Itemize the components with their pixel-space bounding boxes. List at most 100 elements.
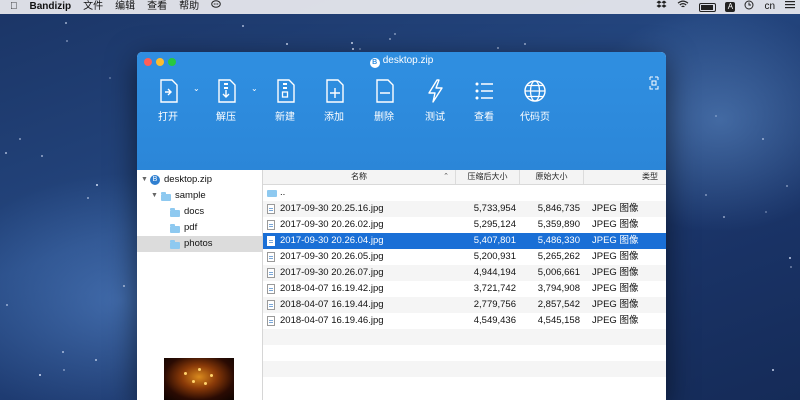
wallpaper-star (109, 77, 111, 79)
codepage-globe-icon (524, 80, 546, 102)
tree-item-sample[interactable]: ▼ sample (137, 188, 262, 204)
sort-ascending-icon: ⌃ (443, 173, 449, 180)
toolbar-open-button[interactable]: 打开 (148, 78, 188, 123)
menu-extras-icon[interactable] (780, 0, 800, 14)
file-name: 2017-09-30 20.26.02.jpg (280, 219, 384, 230)
parent-folder-row[interactable]: .. (263, 185, 666, 201)
original-size: 5,846,735 (537, 203, 580, 214)
file-name: 2017-09-30 20.26.07.jpg (280, 267, 384, 278)
tree-item-photos[interactable]: photos (137, 236, 262, 252)
file-type: JPEG 图像 (592, 283, 639, 294)
jpeg-file-icon (267, 220, 275, 230)
wallpaper-star (705, 194, 707, 196)
menu-edit[interactable]: 编辑 (109, 0, 141, 14)
toolbar-new-label: 新建 (275, 112, 295, 123)
wallpaper-star (242, 25, 244, 27)
wallpaper-star (497, 47, 499, 49)
apple-menu-icon[interactable]:  (0, 0, 24, 14)
folder-tree: ▼ B desktop.zip ▼ sample docs pdf photos (137, 170, 263, 400)
tree-disclosure-expanded-icon[interactable]: ▼ (151, 188, 158, 204)
wallpaper-star (41, 155, 43, 157)
wallpaper-star (87, 197, 89, 199)
app-menu[interactable]: Bandizip (24, 0, 78, 14)
extract-icon (218, 79, 236, 103)
extract-dropdown-arrow-icon[interactable]: ⌄ (251, 84, 258, 93)
toolbar-add-button[interactable]: 添加 (314, 78, 354, 123)
toolbar-test-button[interactable]: 测试 (415, 78, 455, 123)
toolbar-extract-button[interactable]: 解压 (206, 78, 246, 123)
time-machine-icon[interactable] (739, 0, 759, 15)
column-header-type-label: 类型 (642, 172, 658, 181)
table-row[interactable]: 2018-04-07 16.19.42.jpg 3,721,742 3,794,… (263, 281, 666, 297)
messages-status-icon[interactable] (205, 0, 227, 14)
menu-view[interactable]: 查看 (141, 0, 173, 14)
wallpaper-star (524, 43, 526, 45)
window-title: Bdesktop.zip (137, 55, 666, 68)
wallpaper-star (762, 138, 764, 140)
tree-item-pdf[interactable]: pdf (137, 220, 262, 236)
language-menu[interactable]: cn (759, 0, 780, 14)
title-bar[interactable]: Bdesktop.zip (137, 52, 666, 72)
toolbar-view-button[interactable]: 查看 (464, 78, 504, 123)
wallpaper-star (790, 266, 792, 268)
empty-row (263, 329, 666, 345)
input-source-indicator[interactable]: A (725, 2, 736, 12)
status-area: A cn (651, 0, 800, 14)
open-dropdown-arrow-icon[interactable]: ⌄ (193, 84, 200, 93)
wallpaper-star (65, 22, 67, 24)
toolbar-new-button[interactable]: 新建 (265, 78, 305, 123)
tree-item-desktop-zip[interactable]: ▼ B desktop.zip (137, 172, 262, 188)
toolbar: 打开 ⌄ 解压 ⌄ 新建 添加 删除 测试 查看 代码页 (137, 72, 666, 170)
toolbar-view-label: 查看 (474, 112, 494, 123)
toolbar-overflow-icon[interactable] (649, 76, 659, 92)
wallpaper-star (352, 48, 354, 50)
column-header-name-label: 名称 (351, 172, 367, 181)
column-header-type[interactable]: 类型 (583, 170, 666, 184)
folder-icon (161, 192, 171, 201)
folder-icon (170, 224, 180, 233)
column-header-name[interactable]: 名称 ⌃ (263, 170, 455, 184)
menu-help[interactable]: 帮助 (173, 0, 205, 14)
new-archive-icon (277, 79, 295, 103)
table-row[interactable]: 2018-04-07 16.19.44.jpg 2,779,756 2,857,… (263, 297, 666, 313)
view-list-icon (475, 82, 493, 100)
column-header-original-label: 原始大小 (535, 172, 568, 181)
table-row[interactable]: 2017-09-30 20.25.16.jpg 5,733,954 5,846,… (263, 201, 666, 217)
table-row-selected[interactable]: 2017-09-30 20.26.04.jpg 5,407,801 5,486,… (263, 233, 666, 249)
original-size: 5,359,890 (537, 219, 580, 230)
tree-disclosure-expanded-icon[interactable]: ▼ (141, 172, 148, 188)
empty-row (263, 361, 666, 377)
archive-icon: B (150, 175, 160, 185)
add-file-icon (326, 79, 344, 103)
empty-row (263, 377, 666, 393)
jpeg-file-icon (267, 284, 275, 294)
wallpaper-star (715, 115, 717, 117)
wallpaper-star (96, 184, 98, 186)
tree-item-label: sample (175, 190, 206, 201)
original-size: 5,265,262 (537, 251, 580, 262)
dropbox-icon[interactable] (651, 0, 672, 14)
wallpaper-star (95, 359, 97, 361)
file-name: 2017-09-30 20.26.05.jpg (280, 251, 384, 262)
table-row[interactable]: 2018-04-07 16.19.46.jpg 4,549,436 4,545,… (263, 313, 666, 329)
toolbar-open-label: 打开 (158, 112, 178, 123)
column-header-original-size[interactable]: 原始大小 (519, 170, 583, 184)
tree-item-docs[interactable]: docs (137, 204, 262, 220)
file-type: JPEG 图像 (592, 299, 639, 310)
empty-row (263, 345, 666, 361)
toolbar-codepage-button[interactable]: 代码页 (515, 78, 555, 123)
column-header-packed-size[interactable]: 压缩后大小 (455, 170, 519, 184)
file-type: JPEG 图像 (592, 251, 639, 262)
table-row[interactable]: 2017-09-30 20.26.02.jpg 5,295,124 5,359,… (263, 217, 666, 233)
battery-icon[interactable] (699, 2, 717, 12)
toolbar-delete-button[interactable]: 删除 (364, 78, 404, 123)
wifi-icon[interactable] (672, 0, 694, 14)
packed-size: 2,779,756 (473, 299, 516, 310)
table-row[interactable]: 2017-09-30 20.26.05.jpg 5,200,931 5,265,… (263, 249, 666, 265)
original-size: 3,794,908 (537, 283, 580, 294)
menu-file[interactable]: 文件 (77, 0, 109, 14)
file-type: JPEG 图像 (592, 219, 639, 230)
table-row[interactable]: 2017-09-30 20.26.07.jpg 4,944,194 5,006,… (263, 265, 666, 281)
file-type: JPEG 图像 (592, 315, 639, 326)
packed-size: 5,200,931 (473, 251, 516, 262)
